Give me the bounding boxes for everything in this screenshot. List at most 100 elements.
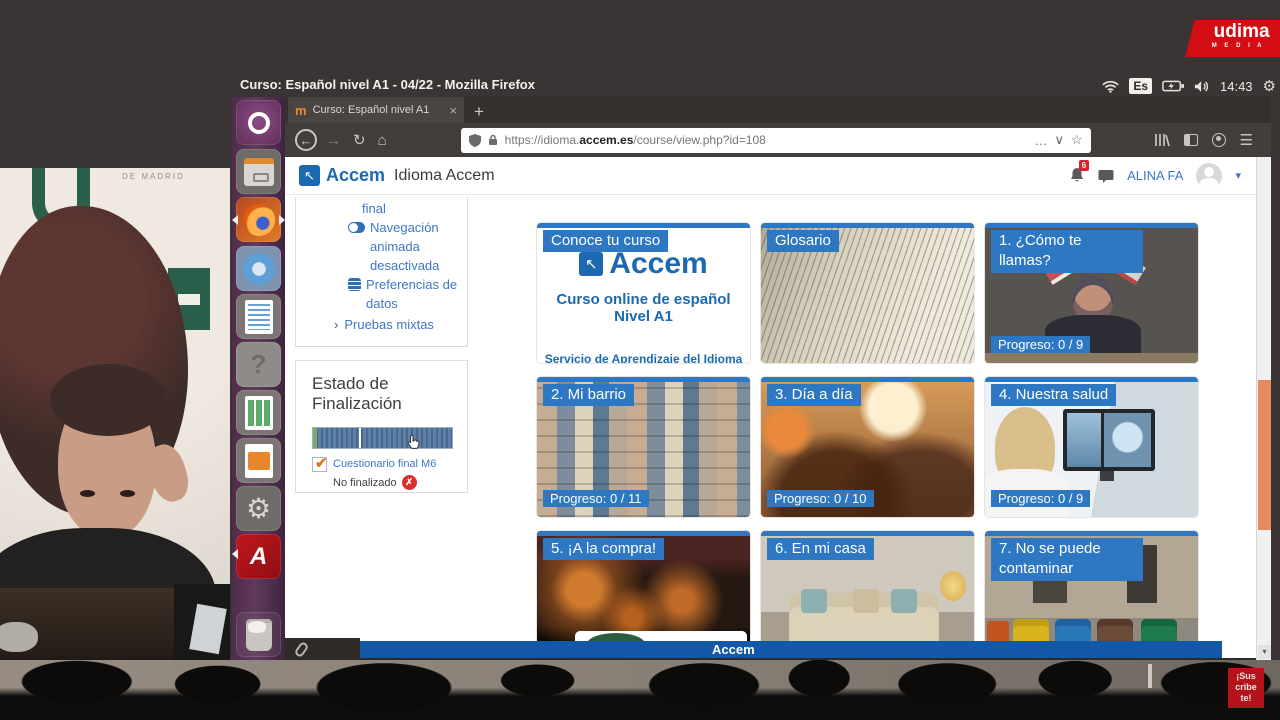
tracking-shield-icon[interactable] — [469, 134, 481, 147]
toggle-icon — [348, 222, 365, 233]
clock[interactable]: 14:43 — [1220, 79, 1253, 94]
quiz-link[interactable]: Cuestionario final M6 — [333, 457, 436, 472]
card-label[interactable]: 2. Mi barrio — [543, 384, 634, 406]
impress-icon-box — [248, 452, 270, 470]
url-bar[interactable]: https://idioma.accem.es/course/view.php?… — [461, 128, 1091, 153]
card-label[interactable]: 1. ¿Cómo te llamas? — [991, 230, 1143, 273]
firefox-icon — [243, 204, 275, 236]
forward-button[interactable]: → — [326, 133, 341, 148]
footer-logo-green-arc — [587, 633, 645, 641]
card-label[interactable]: Conoce tu curso — [543, 230, 668, 252]
bookmark-star-icon[interactable]: ☆ — [1071, 132, 1083, 148]
card-glosario[interactable]: Glosario — [761, 223, 974, 363]
battery-icon[interactable] — [1162, 80, 1184, 92]
url-domain: accem.es — [579, 133, 633, 147]
launcher-item-system-settings[interactable]: ⚙ — [236, 486, 281, 531]
card-label[interactable]: 6. En mi casa — [767, 538, 874, 560]
screen: udima M E D I A Curso: Español nivel A1 … — [0, 0, 1280, 720]
sidebar-toggle-icon[interactable] — [1184, 134, 1198, 146]
card-nuestra-salud[interactable]: 4. Nuestra salud Progreso: 0 / 9 — [985, 377, 1198, 517]
menu-icon[interactable]: ☰ — [1240, 133, 1253, 148]
back-button[interactable]: ← — [295, 129, 317, 151]
browser-toolbar: ← → ↻ ⌂ https://idioma.accem.es/course/v… — [285, 123, 1271, 157]
footer-logo-peek — [575, 631, 747, 641]
sidebar-item-pruebas-mixtas[interactable]: › Pruebas mixtas — [304, 315, 459, 334]
account-icon[interactable] — [1212, 133, 1226, 147]
desk-papers — [0, 622, 38, 652]
launcher-item-libreoffice-writer[interactable] — [236, 294, 281, 339]
wifi-icon[interactable] — [1102, 80, 1119, 93]
udima-backdrop-minus — [178, 294, 200, 305]
card-label[interactable]: 5. ¡A la compra! — [543, 538, 664, 560]
subscribe-button[interactable]: ¡Sus cribe te! — [1228, 668, 1264, 708]
paperclip-icon[interactable] — [294, 641, 310, 658]
lock-icon — [488, 134, 498, 146]
url-scheme-host: https://idioma. — [505, 133, 580, 147]
launcher-item-help[interactable]: ? — [236, 342, 281, 387]
volume-icon[interactable] — [1194, 80, 1210, 93]
launcher-item-files[interactable] — [236, 149, 281, 194]
accem-logo-icon[interactable]: ↖ — [299, 165, 320, 186]
session-gear-icon[interactable]: ⚙ — [1263, 77, 1276, 95]
url-text[interactable]: https://idioma.accem.es/course/view.php?… — [505, 133, 1028, 147]
impress-icon — [245, 444, 273, 478]
page-scrollbar[interactable]: ▾ — [1256, 157, 1271, 661]
calc-icon-grid — [248, 400, 270, 426]
pocket-icon[interactable]: ∨ — [1054, 132, 1064, 148]
page-actions-icon[interactable]: … — [1034, 133, 1047, 148]
card-dia-a-dia[interactable]: 3. Día a día Progreso: 0 / 10 — [761, 377, 974, 517]
user-menu-caret-icon[interactable]: ▾ — [1235, 169, 1241, 182]
completion-progress-bar[interactable] — [312, 427, 453, 449]
lamp — [940, 571, 966, 601]
strip-highlight — [1148, 664, 1152, 688]
top-panel: Curso: Español nivel A1 - 04/22 - Mozill… — [0, 75, 1280, 97]
sofa-cushion — [853, 589, 879, 613]
browser-tab-active[interactable]: m Curso: Español nivel A1 × — [288, 97, 464, 123]
not-completed-icon: ✗ — [402, 475, 417, 490]
launcher-item-libreoffice-impress[interactable] — [236, 438, 281, 483]
keyboard-layout-indicator[interactable]: Es — [1129, 78, 1152, 94]
sidebar-item-final[interactable]: final — [304, 199, 459, 218]
monitor-stand — [1100, 471, 1114, 481]
messages-icon[interactable] — [1098, 169, 1114, 183]
card-como-te-llamas[interactable]: 1. ¿Cómo te llamas? Progreso: 0 / 9 — [985, 223, 1198, 363]
new-tab-button[interactable]: + — [474, 101, 484, 123]
user-name[interactable]: ALINA FA — [1127, 168, 1183, 183]
library-icon[interactable] — [1154, 133, 1170, 147]
card-label[interactable]: Glosario — [767, 230, 839, 252]
chevron-right-icon: › — [334, 315, 338, 334]
reload-button[interactable]: ↻ — [353, 133, 366, 148]
launcher-item-libreoffice-calc[interactable] — [236, 390, 281, 435]
tab-close-icon[interactable]: × — [449, 103, 457, 118]
writer-icon-lines — [248, 304, 270, 330]
accem-brand[interactable]: Accem — [326, 165, 385, 186]
laptop-screen — [189, 604, 227, 655]
window-title: Curso: Español nivel A1 - 04/22 - Mozill… — [240, 77, 535, 92]
launcher-item-adobe-reader[interactable]: A — [236, 534, 281, 579]
sidebar-item-data-preferences[interactable]: Preferencias de datos — [304, 275, 459, 313]
quiz-checkbox-icon[interactable] — [312, 457, 327, 472]
completion-quiz-row: Cuestionario final M6 — [312, 457, 451, 472]
card-label[interactable]: 4. Nuestra salud — [991, 384, 1116, 406]
database-icon — [348, 278, 361, 291]
notification-badge: 6 — [1079, 160, 1089, 171]
card-mi-barrio[interactable]: 2. Mi barrio Progreso: 0 / 11 — [537, 377, 750, 517]
scrollbar-down-arrow[interactable]: ▾ — [1258, 645, 1271, 659]
home-button[interactable]: ⌂ — [378, 133, 387, 148]
card-label[interactable]: 3. Día a día — [767, 384, 861, 406]
launcher-item-firefox[interactable] — [236, 197, 281, 242]
sidebar-navigation-block: final Navegación animada desactivada Pre… — [295, 197, 468, 347]
user-avatar[interactable] — [1196, 163, 1222, 189]
sofa-cushion — [801, 589, 827, 613]
card-label[interactable]: 7. No se puede contaminar — [991, 538, 1143, 581]
chromium-icon — [243, 253, 275, 285]
launcher-item-trash[interactable] — [236, 612, 281, 657]
notifications-bell[interactable]: 6 — [1069, 167, 1085, 184]
sidebar-item-animation[interactable]: Navegación animada desactivada — [304, 218, 459, 275]
card-conoce-tu-curso[interactable]: ↖ Accem Curso online de español Nivel A1… — [537, 223, 750, 363]
launcher-item-ubuntu[interactable] — [236, 100, 281, 145]
moodle-user-menu: 6 ALINA FA ▾ — [1069, 163, 1257, 189]
launcher-item-chromium[interactable] — [236, 246, 281, 291]
scrollbar-thumb[interactable] — [1258, 380, 1271, 530]
presenter-eye — [80, 490, 95, 497]
